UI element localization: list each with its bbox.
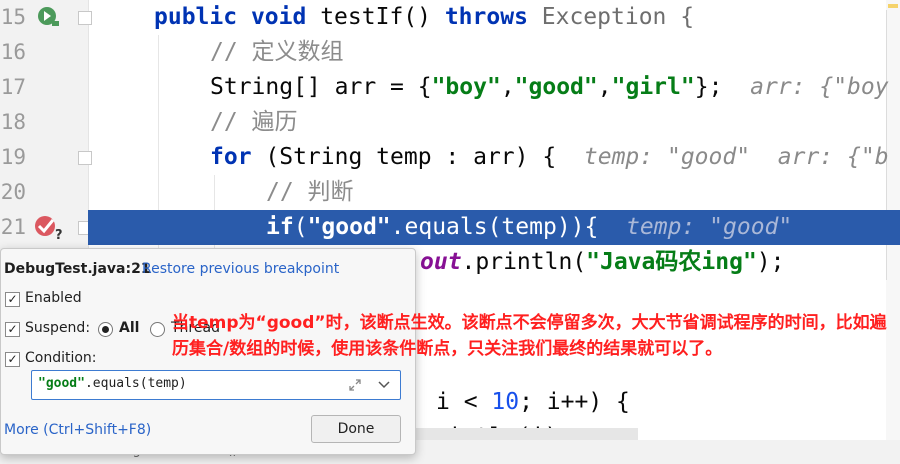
code-line-25[interactable]: i < 10; i++) { (436, 385, 630, 420)
code-line-19[interactable]: for (String temp : arr) { temp: "good" a… (210, 140, 889, 175)
editor-hover-area (410, 428, 638, 440)
conditional-breakpoint-icon[interactable]: ? (33, 214, 65, 242)
inline-debug-value: temp: "good" (626, 214, 793, 240)
svg-text:?: ? (55, 228, 63, 242)
code-line-20[interactable]: // 判断 (266, 175, 354, 210)
line-number: 16 (0, 40, 26, 64)
restore-breakpoint-link[interactable]: Restore previous breakpoint (142, 261, 339, 277)
code-line-16[interactable]: // 定义数组 (210, 35, 344, 70)
inline-debug-value: arr: {"b (777, 144, 889, 170)
condition-checkbox[interactable]: ✓ (5, 352, 20, 367)
line-number: 19 (0, 145, 26, 169)
suspend-thread-radio[interactable] (150, 322, 165, 337)
more-breakpoints-link[interactable]: More (Ctrl+Shift+F8) (4, 422, 151, 438)
condition-label: Condition: (25, 350, 97, 366)
code-line-17[interactable]: String[] arr = {"boy","good","girl"}; ar… (210, 70, 889, 105)
line-number: 17 (0, 75, 26, 99)
inline-debug-value: arr: {"boy (750, 74, 889, 100)
suspend-label: Suspend: (25, 320, 91, 336)
scrollbar-marker (888, 4, 898, 8)
line-number: 20 (0, 180, 26, 204)
code-line-15[interactable]: public void testIf() throws Exception { (154, 0, 694, 35)
line-number: 15 (0, 5, 26, 29)
code-line-22[interactable]: out.println("Java码农ing"); (420, 245, 785, 280)
fold-marker[interactable] (78, 151, 92, 165)
expand-icon[interactable] (348, 378, 362, 392)
suspend-all-label: All (119, 320, 140, 336)
run-test-icon[interactable] (36, 5, 62, 29)
line-number: 21 (0, 215, 26, 239)
chevron-down-icon[interactable] (378, 380, 390, 390)
inline-debug-value: temp: "good" (583, 144, 751, 170)
enabled-checkbox[interactable]: ✓ (5, 292, 20, 307)
annotation-note: 当temp为“good”时，该断点生效。该断点不会停留多次，大大节省调试程序的时… (172, 313, 887, 359)
popup-title: DebugTest.java:21 (4, 261, 151, 277)
code-line-21[interactable]: if("good".equals(temp)){ temp: "good" (266, 210, 792, 245)
code-line-18[interactable]: // 遍历 (210, 105, 298, 140)
suspend-all-radio[interactable] (98, 322, 113, 337)
condition-input[interactable]: "good".equals(temp) (31, 370, 401, 400)
enabled-label: Enabled (25, 290, 82, 306)
fold-marker[interactable] (78, 11, 92, 25)
suspend-checkbox[interactable]: ✓ (5, 322, 20, 337)
done-button[interactable]: Done (311, 415, 401, 443)
line-number: 18 (0, 110, 26, 134)
